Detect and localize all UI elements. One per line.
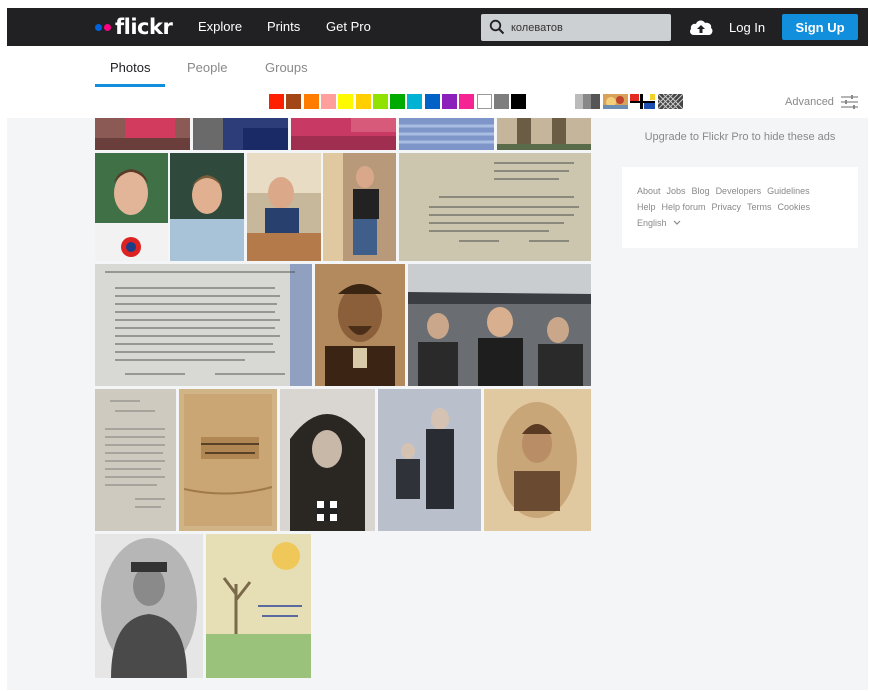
color-swatch-4[interactable] [320, 94, 336, 109]
nav-explore-link[interactable]: Explore [198, 19, 242, 34]
color-swatch-9[interactable] [407, 94, 423, 109]
photo-boy-at-table[interactable] [247, 153, 321, 261]
footer-developers-link[interactable]: Developers [716, 186, 762, 196]
color-swatch-5[interactable] [338, 94, 354, 109]
logo-pink-dot [104, 23, 111, 31]
active-tab-indicator [95, 84, 165, 87]
color-swatch-11[interactable] [442, 94, 457, 109]
photo-man-and-child[interactable] [378, 389, 481, 531]
logo-text: flickr [115, 15, 173, 39]
photo-soldier-portrait[interactable] [95, 534, 203, 678]
color-swatch-3[interactable] [303, 94, 319, 109]
photo-legs[interactable] [497, 118, 591, 150]
color-swatch-13[interactable] [476, 94, 492, 109]
footer-help-link[interactable]: Help [637, 202, 656, 212]
filter-sliders-icon[interactable] [841, 95, 858, 109]
photo-child-drawing[interactable] [206, 534, 311, 678]
search-icon[interactable] [489, 19, 505, 35]
top-nav-bar: flickr Explore Prints Get Pro Log In Sig… [7, 8, 868, 46]
search-box[interactable] [481, 14, 671, 41]
footer-jobs-link[interactable]: Jobs [667, 186, 686, 196]
photo-old-book-cover[interactable] [179, 389, 277, 531]
color-swatch-14[interactable] [493, 94, 509, 109]
flickr-logo[interactable]: flickr [95, 15, 173, 39]
photo-handwritten-letter[interactable] [399, 153, 591, 261]
search-subnav: Photos People Groups Advanced [7, 46, 868, 118]
logo-blue-dot [95, 23, 102, 31]
upgrade-pro-text[interactable]: Upgrade to Flickr Pro to hide these ads [622, 131, 858, 143]
photo-old-booklet-page[interactable] [95, 389, 176, 531]
footer-cookies-link[interactable]: Cookies [778, 202, 811, 212]
photo-sepia-man-portrait[interactable] [315, 264, 405, 386]
patterns-icon[interactable] [658, 94, 683, 109]
minimalism-icon[interactable] [630, 94, 655, 109]
footer-row-2: Help Help forum Privacy Terms Cookies [637, 202, 816, 212]
color-swatch-8[interactable] [390, 94, 406, 109]
color-swatch-2[interactable] [286, 94, 302, 109]
footer-blog-link[interactable]: Blog [692, 186, 710, 196]
color-swatch-12[interactable] [459, 94, 475, 109]
photo-typed-document[interactable] [95, 264, 312, 386]
footer-help-forum-link[interactable]: Help forum [662, 202, 706, 212]
advanced-link[interactable]: Advanced [785, 96, 834, 108]
search-input[interactable] [511, 14, 666, 41]
photo-nurse-portrait[interactable] [280, 389, 375, 531]
photo-young-man-blue-shirt[interactable] [170, 153, 244, 261]
footer-row-1: About Jobs Blog Developers Guidelines [637, 186, 816, 196]
photo-blue-cloth[interactable] [399, 118, 494, 150]
photo-boys-seated[interactable] [323, 153, 396, 261]
chevron-down-icon [673, 220, 680, 225]
page: flickr Explore Prints Get Pro Log In Sig… [7, 8, 868, 690]
footer-about-link[interactable]: About [637, 186, 661, 196]
photo-blue-crop[interactable] [193, 118, 288, 150]
photo-oval-woman-portrait[interactable] [484, 389, 591, 531]
footer-guidelines-link[interactable]: Guidelines [767, 186, 810, 196]
color-swatch-10[interactable] [424, 94, 440, 109]
footer-terms-link[interactable]: Terms [747, 202, 772, 212]
color-swatch-7[interactable] [372, 94, 388, 109]
black-and-white-icon[interactable] [575, 94, 600, 109]
language-selector[interactable]: English [637, 218, 681, 228]
nav-get-pro-link[interactable]: Get Pro [326, 19, 371, 34]
tab-photos[interactable]: Photos [110, 60, 150, 75]
color-swatch-15[interactable] [511, 94, 527, 109]
photo-pilots-cockpit[interactable] [408, 264, 591, 386]
language-label: English [637, 218, 667, 228]
photo-young-man-tshirt[interactable] [95, 153, 168, 261]
color-swatch-1[interactable] [269, 94, 284, 109]
footer-privacy-link[interactable]: Privacy [712, 202, 742, 212]
signup-button[interactable]: Sign Up [782, 14, 858, 40]
upload-cloud-icon[interactable] [688, 17, 714, 37]
shallow-depth-icon[interactable] [603, 94, 628, 109]
login-link[interactable]: Log In [729, 20, 765, 35]
nav-prints-link[interactable]: Prints [267, 19, 300, 34]
footer-links-box: About Jobs Blog Developers Guidelines Help He… [622, 167, 858, 248]
tab-people[interactable]: People [187, 60, 227, 75]
tab-groups[interactable]: Groups [265, 60, 308, 75]
photo-red-shirt-2[interactable] [291, 118, 396, 150]
photo-red-shirt-1[interactable] [95, 118, 190, 150]
color-swatch-6[interactable] [355, 94, 371, 109]
